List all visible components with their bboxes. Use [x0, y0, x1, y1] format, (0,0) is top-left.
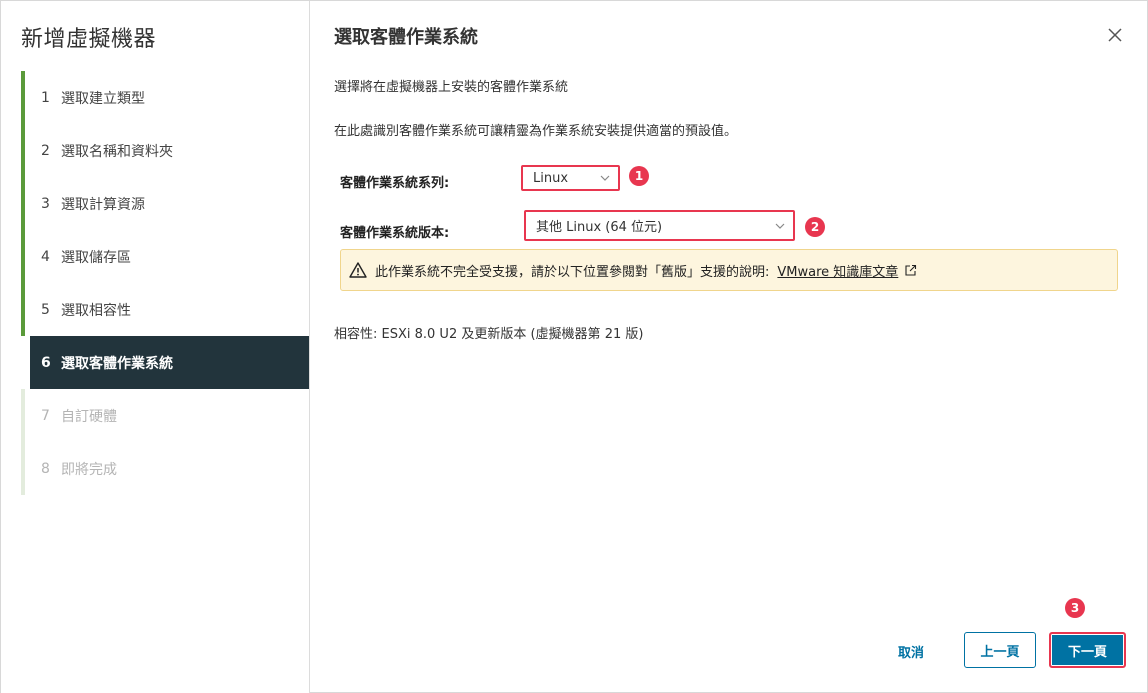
os-version-select[interactable]: 其他 Linux (64 位元): [524, 210, 795, 241]
close-icon[interactable]: [1107, 27, 1123, 43]
step-label: 自訂硬體: [61, 408, 117, 425]
back-button[interactable]: 上一頁: [964, 632, 1036, 668]
os-family-select[interactable]: Linux: [521, 165, 620, 191]
step-label: 選取建立類型: [61, 90, 145, 107]
wizard-main: 選取客體作業系統 選擇將在虛擬機器上安裝的客體作業系統 在此處識別客體作業系統可…: [310, 1, 1148, 693]
step-number: 7: [41, 407, 50, 424]
chevron-down-icon: [600, 175, 610, 181]
step-label: 選取儲存區: [61, 249, 131, 266]
os-family-label: 客體作業系統系列:: [340, 176, 450, 191]
step-7: 7 自訂硬體: [21, 389, 309, 442]
step-4[interactable]: 4 選取儲存區: [21, 230, 309, 283]
os-version-value: 其他 Linux (64 位元): [536, 220, 663, 235]
intro-description: 在此處識別客體作業系統可讓精靈為作業系統安裝提供適當的預設值。: [334, 124, 738, 139]
step-label: 選取相容性: [61, 302, 131, 319]
callout-badge-2: 2: [805, 217, 825, 237]
step-number: 8: [41, 460, 50, 477]
kb-article-link[interactable]: VMware 知識庫文章: [777, 261, 898, 280]
page-title: 選取客體作業系統: [334, 27, 478, 48]
step-label: 選取名稱和資料夾: [61, 143, 173, 160]
cancel-button[interactable]: 取消: [885, 633, 937, 669]
step-number: 4: [41, 248, 50, 265]
step-5[interactable]: 5 選取相容性: [21, 283, 309, 336]
step-label: 選取計算資源: [61, 196, 145, 213]
external-link-icon[interactable]: [904, 264, 917, 277]
step-label: 即將完成: [61, 461, 117, 478]
step-number: 6: [41, 354, 51, 371]
chevron-down-icon: [775, 223, 785, 229]
step-number: 1: [41, 89, 50, 106]
warning-icon: [349, 262, 367, 278]
new-vm-dialog: 新增虛擬機器 1 選取建立類型 2 選取名稱和資料夾 3 選取計算資源 4 選取儲存區 …: [0, 0, 1148, 693]
wizard-steps: 1 選取建立類型 2 選取名稱和資料夾 3 選取計算資源 4 選取儲存區 5 選取相容性 …: [21, 71, 309, 495]
intro-text: 選擇將在虛擬機器上安裝的客體作業系統: [334, 80, 569, 95]
step-6-active[interactable]: 6 選取客體作業系統: [30, 336, 309, 389]
next-button[interactable]: 下一頁: [1049, 632, 1126, 668]
callout-badge-3: 3: [1065, 598, 1085, 618]
step-3[interactable]: 3 選取計算資源: [21, 177, 309, 230]
wizard-title: 新增虛擬機器: [21, 27, 157, 52]
callout-badge-1: 1: [629, 166, 649, 186]
step-number: 3: [41, 195, 50, 212]
wizard-sidebar: 新增虛擬機器 1 選取建立類型 2 選取名稱和資料夾 3 選取計算資源 4 選取儲存區 …: [1, 1, 310, 693]
os-version-label: 客體作業系統版本:: [340, 226, 450, 241]
warning-text: 此作業系統不完全受支援，請於以下位置參閱對「舊版」支援的說明:: [375, 264, 770, 280]
compatibility-text: 相容性: ESXi 8.0 U2 及更新版本 (虛擬機器第 21 版): [334, 327, 644, 342]
step-8: 8 即將完成: [21, 442, 309, 495]
step-1[interactable]: 1 選取建立類型: [21, 71, 309, 124]
step-label: 選取客體作業系統: [61, 355, 173, 372]
os-family-value: Linux: [533, 170, 569, 186]
step-2[interactable]: 2 選取名稱和資料夾: [21, 124, 309, 177]
support-warning-banner: 此作業系統不完全受支援，請於以下位置參閱對「舊版」支援的說明: VMware 知…: [340, 249, 1118, 291]
step-number: 2: [41, 142, 50, 159]
step-number: 5: [41, 301, 50, 318]
